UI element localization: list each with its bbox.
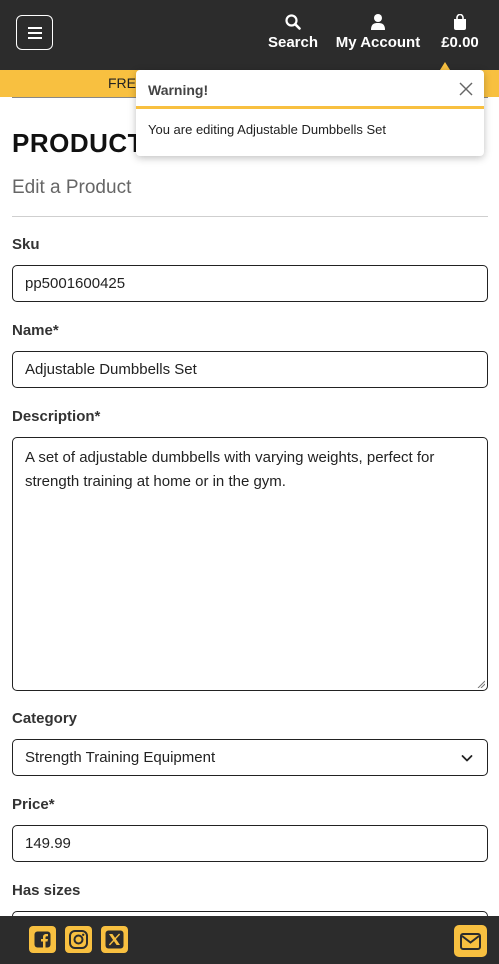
price-label: Price*: [12, 796, 55, 813]
instagram-link[interactable]: [65, 926, 92, 953]
divider: [12, 216, 488, 217]
facebook-icon: [34, 931, 51, 948]
site-header: Search My Account £0.00: [0, 0, 499, 70]
user-icon: [371, 14, 385, 30]
bag-total: £0.00: [441, 34, 479, 51]
has-sizes-label: Has sizes: [12, 882, 81, 899]
name-input[interactable]: Adjustable Dumbbells Set: [12, 351, 488, 388]
sku-value: pp5001600425: [25, 275, 126, 292]
description-value: A set of adjustable dumbbells with varyi…: [25, 449, 435, 490]
sku-input[interactable]: pp5001600425: [12, 265, 488, 302]
site-footer: [0, 916, 499, 964]
chevron-down-icon: [461, 755, 473, 762]
promo-text: FRE: [108, 75, 136, 91]
category-label: Category: [12, 710, 78, 727]
nav-search-label: Search: [267, 34, 319, 51]
price-value: 149.99: [25, 835, 71, 852]
x-twitter-link[interactable]: [101, 926, 128, 953]
facebook-link[interactable]: [29, 926, 56, 953]
warning-toast: Warning! You are editing Adjustable Dumb…: [136, 70, 484, 156]
shopping-bag-icon: [454, 14, 466, 30]
category-value: Strength Training Equipment: [25, 749, 216, 766]
nav-bag-link[interactable]: £0.00: [432, 12, 488, 51]
toast-arrow: [440, 62, 450, 70]
description-label: Description*: [12, 408, 101, 425]
contact-mail-button[interactable]: [454, 925, 487, 957]
name-label: Name*: [12, 322, 59, 339]
sku-label: Sku: [12, 236, 40, 253]
close-icon[interactable]: [458, 81, 474, 97]
x-twitter-icon: [105, 930, 124, 949]
page-subtitle: Edit a Product: [12, 177, 132, 198]
toast-message: You are editing Adjustable Dumbbells Set: [148, 122, 387, 137]
menu-toggle-button[interactable]: [16, 15, 53, 50]
toast-header: Warning!: [136, 70, 484, 109]
hamburger-icon: [27, 26, 42, 39]
category-select[interactable]: Strength Training Equipment: [12, 739, 488, 776]
instagram-icon: [69, 930, 88, 949]
page-title: PRODUCT: [12, 128, 145, 158]
nav-account-label: My Account: [335, 34, 421, 51]
search-icon: [285, 14, 301, 30]
price-input[interactable]: 149.99: [12, 825, 488, 862]
nav-account-link[interactable]: My Account: [333, 12, 423, 51]
resize-grip-icon[interactable]: [477, 680, 485, 688]
name-value: Adjustable Dumbbells Set: [25, 361, 197, 378]
envelope-icon: [460, 932, 481, 950]
nav-search-link[interactable]: Search: [264, 12, 322, 51]
toast-title: Warning!: [148, 82, 209, 98]
description-textarea[interactable]: A set of adjustable dumbbells with varyi…: [12, 437, 488, 691]
